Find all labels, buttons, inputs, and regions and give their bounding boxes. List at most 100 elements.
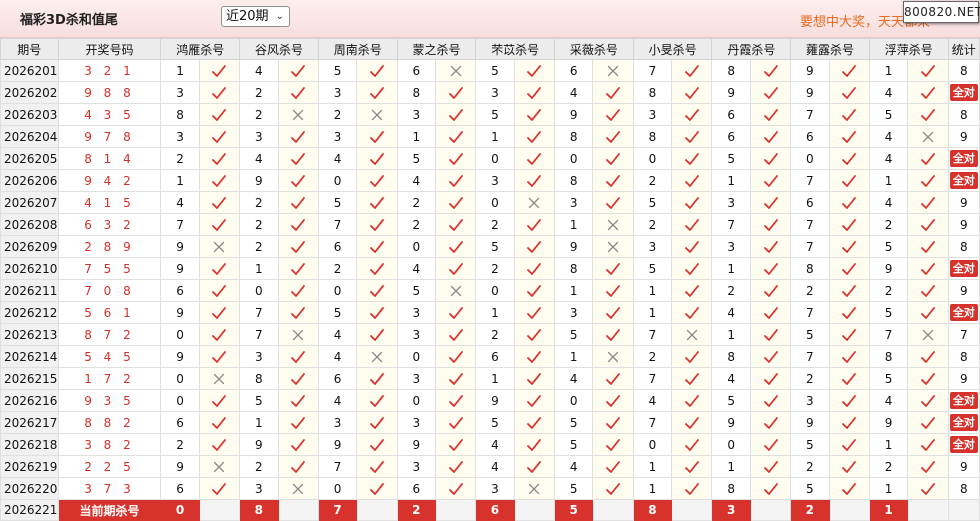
kill-number-cell: 0 [475, 147, 515, 170]
check-icon [606, 438, 620, 451]
kill-number-cell: 5 [790, 323, 830, 346]
kill-number-cell: 4 [396, 257, 436, 280]
kill-number-cell: 5 [868, 367, 909, 390]
kill-number-cell: 2 [868, 279, 909, 302]
kill-number-cell: 1 [711, 455, 751, 478]
stat-cell: 9 [947, 279, 980, 302]
cross-icon [214, 241, 225, 252]
column-header: 丹霞杀号 [711, 38, 792, 60]
check-icon [212, 328, 227, 341]
result-mark-cell [198, 125, 241, 148]
kill-number-cell: 2 [160, 433, 200, 456]
draw-number-cell: 5 6 1 [57, 301, 162, 324]
check-icon [370, 174, 384, 187]
column-header: 谷风杀号 [239, 38, 319, 60]
check-icon [842, 372, 857, 385]
result-mark-cell [356, 81, 398, 104]
result-mark-cell [434, 345, 477, 368]
result-mark-cell [513, 191, 556, 214]
kill-number-cell: 6 [711, 103, 751, 126]
kill-number-cell: 4 [317, 323, 358, 346]
check-icon [763, 240, 778, 253]
check-icon [370, 196, 384, 209]
kill-number-cell: 9 [554, 235, 594, 258]
kill-number-cell: 5 [711, 389, 751, 412]
period-select[interactable]: 近20期 ⌄ [221, 6, 290, 27]
stat-cell: 9 [947, 367, 980, 390]
result-mark-cell [277, 345, 319, 368]
check-icon [291, 438, 306, 451]
column-header: 统计 [947, 38, 980, 60]
check-icon [527, 64, 542, 77]
kill-number-cell: 5 [632, 257, 673, 280]
result-mark-cell [592, 279, 634, 302]
kill-number-cell: 2 [632, 169, 673, 192]
result-mark-cell [198, 455, 241, 478]
check-icon [291, 262, 306, 275]
check-icon [921, 482, 935, 495]
result-mark-cell [592, 191, 634, 214]
column-header: 开奖号码 [57, 38, 162, 60]
check-icon [212, 262, 227, 275]
result-mark-cell [198, 389, 241, 412]
check-icon [763, 218, 778, 231]
cross-icon [214, 461, 225, 472]
result-mark-cell [749, 477, 792, 500]
result-mark-cell [277, 81, 319, 104]
kill-number-cell: 3 [317, 125, 358, 148]
kill-number-cell: 5 [554, 323, 594, 346]
kill-number-cell: 2 [317, 103, 358, 126]
check-icon [921, 394, 935, 407]
result-mark-cell [277, 257, 319, 280]
result-mark-cell [356, 455, 398, 478]
kill-number-cell: 3 [396, 455, 436, 478]
kill-number-cell: 4 [868, 147, 909, 170]
kill-number-cell: 5 [475, 411, 515, 434]
check-icon [370, 86, 384, 99]
kill-number-cell: 0 [554, 147, 594, 170]
result-mark-cell [671, 81, 713, 104]
result-mark-cell [356, 125, 398, 148]
check-icon [448, 350, 463, 363]
result-mark-cell [434, 279, 477, 302]
result-mark-cell [592, 323, 634, 346]
kill-number-cell: 0 [632, 147, 673, 170]
result-mark-cell [592, 213, 634, 236]
result-mark-cell [356, 477, 398, 500]
result-mark-cell [749, 125, 792, 148]
kill-number-cell: 4 [868, 389, 909, 412]
check-icon [448, 438, 463, 451]
kill-number-cell: 4 [711, 301, 751, 324]
result-mark-cell [907, 235, 949, 258]
draw-number-cell: 3 7 3 [57, 477, 162, 500]
kill-number-cell: 4 [160, 191, 200, 214]
result-mark-cell [277, 191, 319, 214]
site-badge[interactable]: 800820.NET [903, 1, 980, 23]
kill-number-cell: 8 [711, 477, 751, 500]
check-icon [606, 372, 620, 385]
draw-number-cell: 9 7 8 [57, 125, 162, 148]
check-icon [527, 438, 542, 451]
result-mark-cell [749, 345, 792, 368]
kill-number-cell: 7 [790, 301, 830, 324]
result-mark-cell [749, 103, 792, 126]
check-icon [212, 416, 227, 429]
result-mark-cell [198, 367, 241, 390]
current-kill-number: 7 [317, 499, 358, 521]
table-row: 2026212 5 6 1 9 7 5 3 1 3 1 4 7 5 全对 [0, 301, 980, 324]
kill-number-cell: 5 [868, 103, 909, 126]
check-icon [842, 460, 857, 473]
kill-number-cell: 3 [632, 103, 673, 126]
kill-number-cell: 7 [711, 213, 751, 236]
result-mark-cell [277, 433, 319, 456]
result-mark-cell [749, 213, 792, 236]
check-icon [448, 152, 463, 165]
kill-number-cell: 9 [239, 169, 279, 192]
result-mark-cell [513, 411, 556, 434]
result-mark-cell [907, 411, 949, 434]
check-icon [842, 438, 857, 451]
stat-cell: 全对 [947, 411, 980, 434]
kill-number-cell: 4 [239, 147, 279, 170]
kill-number-cell: 1 [711, 257, 751, 280]
check-icon [291, 64, 306, 77]
